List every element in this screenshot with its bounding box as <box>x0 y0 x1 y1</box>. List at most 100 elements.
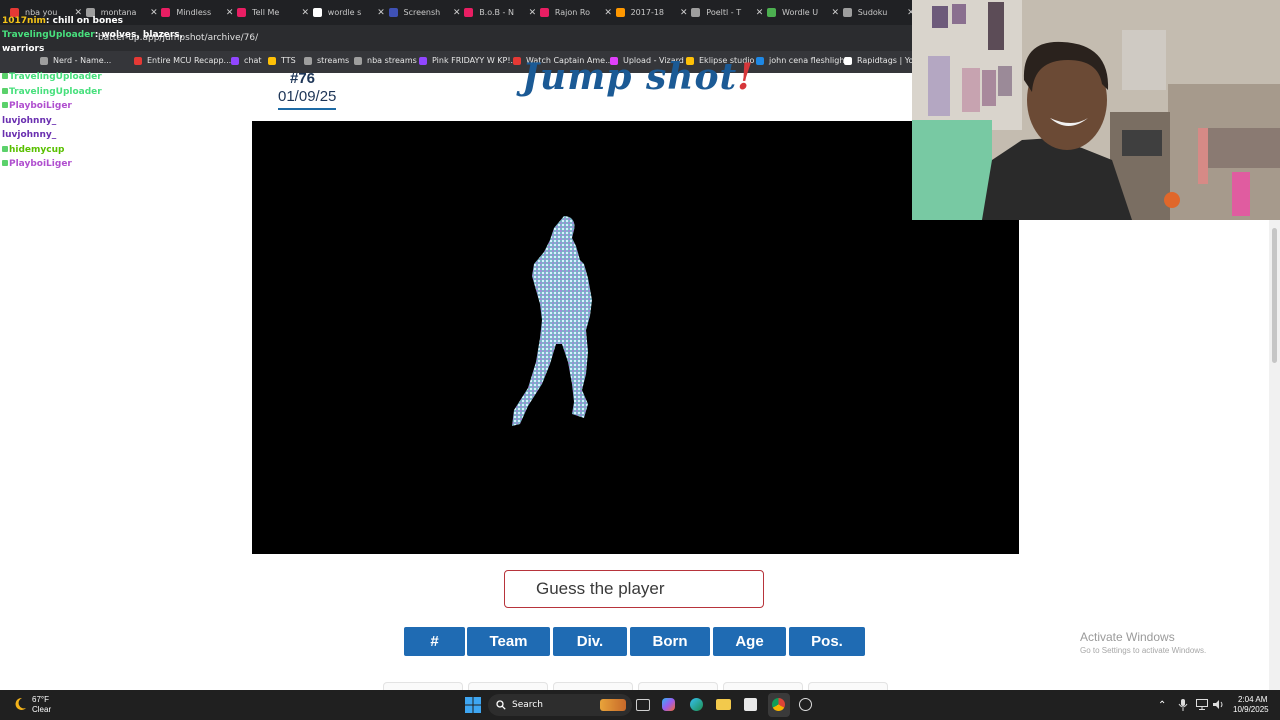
tab-close-icon[interactable]: ✕ <box>600 8 612 18</box>
browser-tab[interactable]: wordle s ✕ <box>312 2 385 23</box>
player-silhouette-canvas <box>252 121 1019 554</box>
column-header-age[interactable]: Age <box>713 627 786 656</box>
player-silhouette <box>512 216 592 426</box>
bookmark-favicon-icon <box>419 56 427 65</box>
chat-message: luvjohnny_ <box>2 116 56 126</box>
store-icon[interactable] <box>744 698 757 711</box>
browser-tab[interactable]: Mindless ✕ <box>161 2 233 23</box>
volume-icon[interactable] <box>1213 699 1225 710</box>
weather-temperature[interactable]: 67°F <box>32 695 49 704</box>
bookmark-item[interactable]: Entire MCU Recapp... <box>134 56 231 65</box>
tab-favicon-icon <box>539 8 549 17</box>
tab-label: Rajon Ro <box>554 8 590 17</box>
tab-close-icon[interactable]: ✕ <box>298 8 310 18</box>
chat-username: PlayboiLiger <box>9 101 72 111</box>
clock-time[interactable]: 2:04 AM <box>1238 695 1267 704</box>
tab-close-icon[interactable]: ✕ <box>827 8 839 18</box>
jump-shot-logo[interactable]: Jump shot! <box>522 56 754 98</box>
tab-close-icon[interactable]: ✕ <box>373 8 385 18</box>
chat-username: PlayboiLiger <box>9 159 72 169</box>
chat-username: TravelingUploader <box>2 30 95 40</box>
bookmark-favicon-icon <box>513 56 521 65</box>
tab-label: 2017-18 <box>630 8 665 17</box>
chat-message: hidemycup <box>2 145 64 155</box>
chrome-icon <box>772 698 785 711</box>
bookmark-favicon-icon <box>756 56 764 65</box>
tab-favicon-icon <box>464 8 474 17</box>
tab-label: Sudoku <box>857 8 888 17</box>
bookmark-label: john cena fleshlight <box>769 56 848 65</box>
clock-date[interactable]: 10/9/2025 <box>1233 705 1269 714</box>
chat-badge-icon <box>2 146 8 152</box>
tab-close-icon[interactable]: ✕ <box>146 8 158 18</box>
chat-message: TravelingUploader: wolves, blazers, <box>2 30 183 40</box>
chat-badge-icon <box>2 160 8 166</box>
windows-start-icon[interactable] <box>465 697 481 713</box>
weather-description[interactable]: Clear <box>32 705 51 714</box>
tab-label: Tell Me <box>252 8 280 17</box>
chat-text: : chill on bones <box>45 16 124 26</box>
chat-badge-icon <box>2 102 8 108</box>
browser-tab[interactable]: 2017-18 ✕ <box>615 2 688 23</box>
tab-favicon-icon <box>691 8 701 17</box>
tray-chevron-icon[interactable]: ⌃ <box>1158 700 1166 711</box>
column-header-division[interactable]: Div. <box>553 627 627 656</box>
logo-bang: ! <box>737 56 754 98</box>
bookmark-item[interactable]: chat <box>231 56 262 65</box>
chat-username: TravelingUploader <box>9 87 102 97</box>
tab-close-icon[interactable]: ✕ <box>676 8 688 18</box>
bookmark-favicon-icon <box>844 56 852 65</box>
bookmark-item[interactable]: Nerd - Name... <box>40 56 111 65</box>
bookmark-item[interactable]: TTS <box>268 56 296 65</box>
browser-tab[interactable]: Screensh ✕ <box>388 2 461 23</box>
copilot-icon[interactable] <box>662 698 675 711</box>
microphone-icon[interactable] <box>1178 699 1188 711</box>
tab-favicon-icon <box>161 8 171 17</box>
tab-favicon-icon <box>842 8 852 17</box>
file-explorer-icon[interactable] <box>716 699 731 710</box>
bookmark-favicon-icon <box>354 56 362 65</box>
bookmark-item[interactable]: Pink FRIDAYY W KP!... <box>419 56 518 65</box>
tab-close-icon[interactable]: ✕ <box>449 8 461 18</box>
search-icon <box>496 700 506 710</box>
bookmark-favicon-icon <box>134 56 142 65</box>
puzzle-date[interactable]: 01/09/25 <box>278 88 337 110</box>
weather-moon-icon[interactable] <box>12 696 28 712</box>
bookmark-label: chat <box>244 56 262 65</box>
tab-close-icon[interactable]: ✕ <box>752 8 764 18</box>
browser-tab[interactable]: B.o.B - N ✕ <box>464 2 536 23</box>
column-header-born[interactable]: Born <box>630 627 710 656</box>
page-scrollbar-thumb[interactable] <box>1272 228 1277 363</box>
chat-badge-icon <box>2 88 8 94</box>
bookmark-label: Nerd - Name... <box>53 56 112 65</box>
task-view-icon[interactable] <box>636 699 650 711</box>
column-header-position[interactable]: Pos. <box>789 627 865 656</box>
obs-icon[interactable] <box>799 698 812 711</box>
network-icon[interactable] <box>1196 699 1208 710</box>
edge-icon[interactable] <box>690 698 703 711</box>
tab-favicon-icon <box>388 8 398 17</box>
chat-message: PlayboiLiger <box>2 159 72 169</box>
browser-tab[interactable]: Poeltl - T ✕ <box>691 2 763 23</box>
tab-close-icon[interactable]: ✕ <box>525 8 537 18</box>
taskbar-search[interactable]: Search <box>488 694 632 716</box>
bookmark-item[interactable]: john cena fleshlight <box>756 56 848 65</box>
activate-windows-title: Activate Windows <box>1080 630 1175 644</box>
column-header-team[interactable]: Team <box>467 627 550 656</box>
bookmark-item[interactable]: nba streams <box>354 56 417 65</box>
guess-player-input[interactable]: Guess the player <box>504 570 764 608</box>
tab-close-icon[interactable]: ✕ <box>222 8 234 18</box>
bookmark-favicon-icon <box>304 56 312 65</box>
chat-badge-icon <box>2 73 8 79</box>
browser-tab[interactable]: Tell Me ✕ <box>237 2 309 23</box>
browser-tab[interactable]: Sudoku ✕ <box>842 2 915 23</box>
browser-tab[interactable]: Wordle U ✕ <box>767 2 839 23</box>
bookmark-favicon-icon <box>268 56 276 65</box>
bookmark-item[interactable]: streams <box>304 56 349 65</box>
bookmark-label: Entire MCU Recapp... <box>147 56 232 65</box>
chat-text: : wolves, blazers, <box>94 30 184 40</box>
chat-username: luvjohnny_ <box>2 116 57 126</box>
browser-tab[interactable]: Rajon Ro ✕ <box>539 2 612 23</box>
tab-label: Mindless <box>176 8 212 17</box>
column-header-number[interactable]: # <box>404 627 465 656</box>
